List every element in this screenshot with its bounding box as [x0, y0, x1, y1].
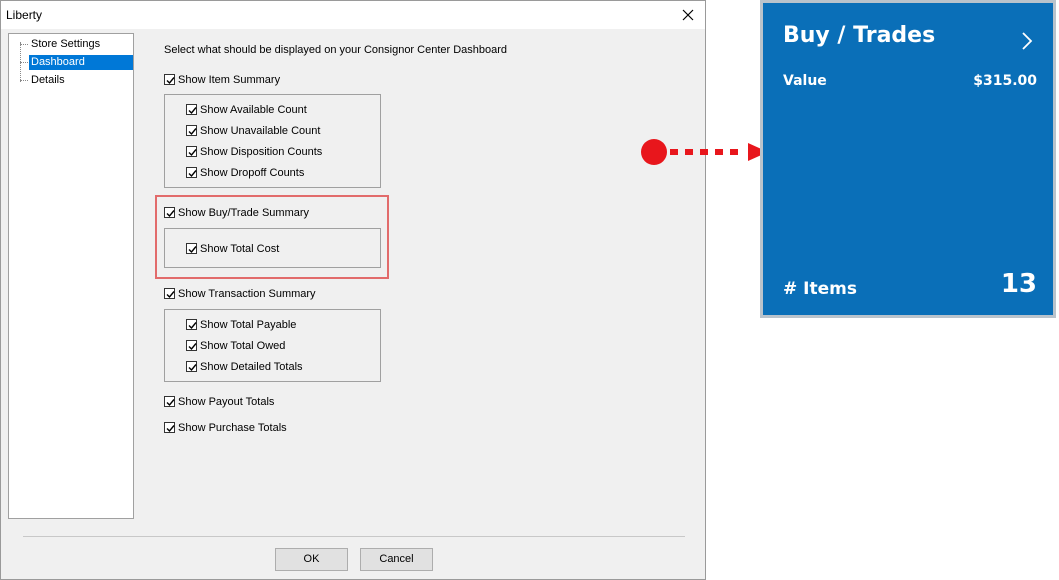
tile-items-count: 13: [1000, 269, 1037, 299]
checkbox-label: Show Purchase Totals: [178, 421, 287, 434]
checkbox-label: Show Transaction Summary: [178, 287, 316, 300]
checkbox-box: [164, 396, 175, 407]
checkbox-box: [186, 125, 197, 136]
checkbox-label: Show Dropoff Counts: [200, 166, 305, 179]
close-button[interactable]: [677, 4, 699, 26]
show-total-payable-checkbox[interactable]: Show Total Payable: [186, 317, 296, 332]
checkbox-label: Show Total Cost: [200, 242, 280, 255]
checkbox-box: [186, 104, 197, 115]
checkbox-label: Show Detailed Totals: [200, 360, 303, 373]
checkbox-box: [186, 146, 197, 157]
check-icon: [166, 399, 175, 407]
footer-separator: [23, 536, 685, 537]
checkbox-label: Show Available Count: [200, 103, 307, 116]
checkbox-label: Show Payout Totals: [178, 395, 275, 408]
checkbox-box: [186, 167, 197, 178]
tree-item-label: Store Settings: [31, 38, 101, 50]
cancel-button[interactable]: Cancel: [360, 548, 433, 571]
callout-arrow: [641, 139, 768, 165]
tree-item-label: Dashboard: [29, 55, 133, 70]
tree-item-label: Details: [31, 74, 65, 86]
check-icon: [166, 77, 175, 85]
checkbox-box: [186, 243, 197, 254]
checkbox-box: [186, 361, 197, 372]
check-icon: [188, 364, 197, 372]
tile-value: $315.00: [973, 73, 1037, 89]
chevron-right-icon: [1022, 32, 1033, 50]
checkbox-box: [186, 340, 197, 351]
show-disposition-counts-checkbox[interactable]: Show Disposition Counts: [186, 144, 322, 159]
checkbox-label: Show Unavailable Count: [200, 124, 321, 137]
check-icon: [188, 246, 197, 254]
checkbox-label: Show Disposition Counts: [200, 145, 323, 158]
check-icon: [188, 322, 197, 330]
show-item-summary-checkbox[interactable]: Show Item Summary: [164, 72, 280, 87]
settings-tree: Store Settings Dashboard Details: [8, 33, 134, 519]
tree-item-store-settings[interactable]: Store Settings: [9, 36, 133, 53]
checkbox-box: [164, 288, 175, 299]
title-bar: Liberty: [1, 1, 705, 29]
checkbox-box: [164, 74, 175, 85]
show-transaction-summary-checkbox[interactable]: Show Transaction Summary: [164, 286, 316, 301]
check-icon: [166, 425, 175, 433]
show-total-cost-checkbox[interactable]: Show Total Cost: [186, 241, 279, 256]
close-icon: [682, 9, 694, 21]
checkbox-box: [164, 207, 175, 218]
tile-title: Buy / Trades: [783, 23, 936, 48]
settings-dialog: Liberty Store Settings Dashboard Details…: [0, 0, 706, 580]
panel-heading: Select what should be displayed on your …: [164, 44, 508, 56]
checkbox-label: Show Total Owed: [200, 339, 286, 352]
window-title: Liberty: [6, 8, 43, 22]
tree-item-dashboard[interactable]: Dashboard: [9, 54, 133, 71]
tile-value-label: Value: [783, 73, 827, 89]
show-dropoff-counts-checkbox[interactable]: Show Dropoff Counts: [186, 165, 304, 180]
check-icon: [188, 128, 197, 136]
show-purchase-totals-checkbox[interactable]: Show Purchase Totals: [164, 420, 287, 435]
checkbox-label: Show Total Payable: [200, 318, 297, 331]
tree-item-details[interactable]: Details: [9, 72, 133, 89]
arrow-origin-dot: [641, 139, 667, 165]
show-available-count-checkbox[interactable]: Show Available Count: [186, 102, 307, 117]
check-icon: [166, 291, 175, 299]
check-icon: [188, 343, 197, 351]
ok-button[interactable]: OK: [275, 548, 348, 571]
show-payout-totals-checkbox[interactable]: Show Payout Totals: [164, 394, 274, 409]
checkbox-label: Show Buy/Trade Summary: [178, 206, 310, 219]
show-total-owed-checkbox[interactable]: Show Total Owed: [186, 338, 285, 353]
check-icon: [166, 210, 175, 218]
show-detailed-totals-checkbox[interactable]: Show Detailed Totals: [186, 359, 303, 374]
checkbox-box: [186, 319, 197, 330]
check-icon: [188, 107, 197, 115]
tile-items-label: # Items: [783, 279, 857, 299]
show-unavailable-count-checkbox[interactable]: Show Unavailable Count: [186, 123, 320, 138]
checkbox-label: Show Item Summary: [178, 73, 281, 86]
buy-trades-tile[interactable]: Buy / Trades Value $315.00 # Items 13: [760, 0, 1056, 318]
checkbox-box: [164, 422, 175, 433]
check-icon: [188, 149, 197, 157]
show-buy-trade-summary-checkbox[interactable]: Show Buy/Trade Summary: [164, 205, 309, 220]
check-icon: [188, 170, 197, 178]
